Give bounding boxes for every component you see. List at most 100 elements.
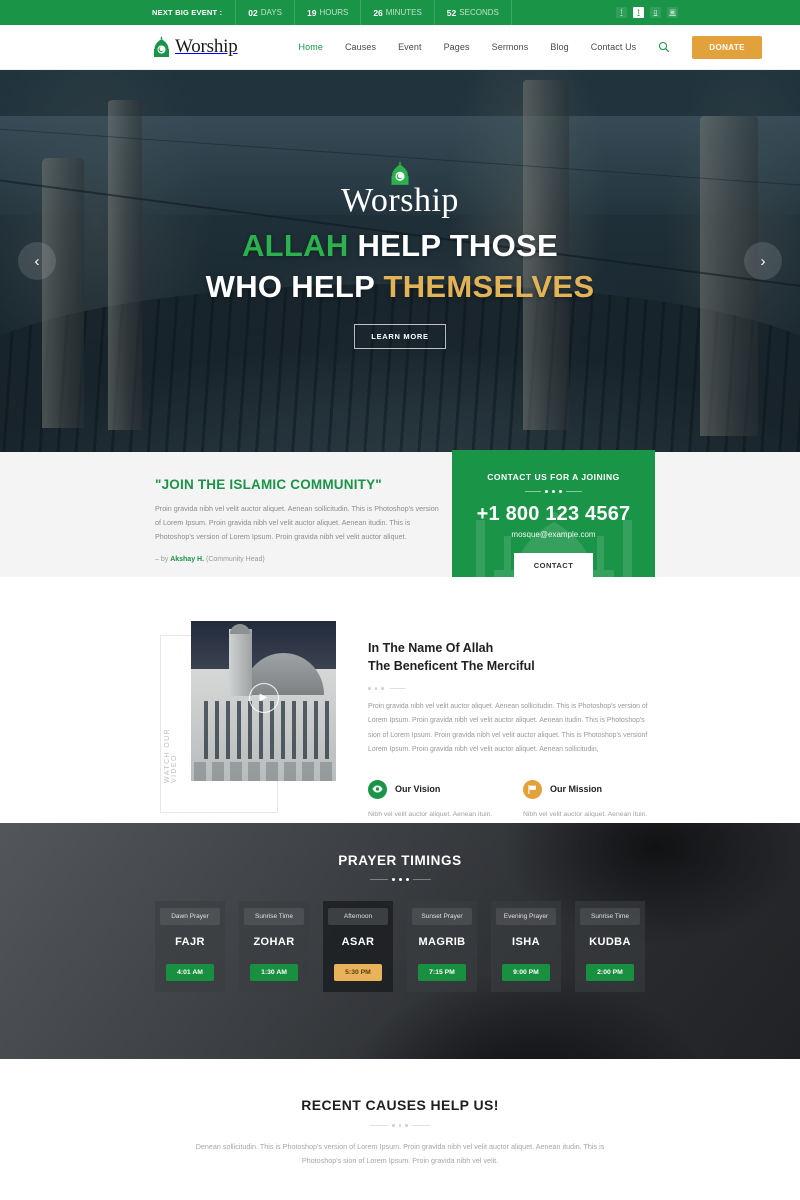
prayer-card-name: ISHA [512,936,540,948]
prayer-timings-section: PRAYER TIMINGS Dawn Prayer FAJR 4:01 AM Sun… [0,823,800,1059]
prayer-card[interactable]: Sunrise Time ZOHAR 1:30 AM [239,901,309,992]
search-icon[interactable] [656,39,672,55]
nav-item-home[interactable]: Home [288,42,334,52]
prayer-card-time-badge: 1:30 AM [250,964,298,981]
main-navigation-bar: Worship Home Causes Event Pages Sermons Blog C… [0,25,800,70]
contact-card: CONTACT US FOR A JOINING +1 800 123 4567… [452,450,655,600]
next-event-label: NEXT BIG EVENT : [152,8,223,17]
countdown-cell: 52 SECONDS [433,0,512,25]
attribution-name: Akshay H. [170,556,205,564]
countdown-value: 19 [306,7,317,18]
about-heading: In The Name Of Allah The Beneficent The … [368,639,656,675]
contact-phone-number[interactable]: +1 800 123 4567 [452,503,655,526]
slider-next-arrow-icon[interactable]: › [744,242,782,280]
prayer-card-name: ASAR [341,936,375,948]
recent-causes-paragraph: Denean sollicitudin. This is Photoshop's… [195,1141,605,1165]
divider-dots [0,1124,800,1127]
our-mission-title: Our Mission [550,784,603,795]
prayer-card-time-badge: 4:01 AM [166,964,214,981]
prayer-card[interactable]: Afternoon ASAR 5:30 PM [323,901,393,992]
prayer-timings-title: PRAYER TIMINGS [338,853,462,868]
countdown-timer: 02 DAYS 19 HOURS 26 MINUTES 52 SECONDS [235,0,512,25]
prayer-card-subtitle: Sunrise Time [244,908,304,925]
divider-dots [368,687,656,690]
twitter-icon[interactable]: t [633,7,644,18]
top-announcement-bar: NEXT BIG EVENT : 02 DAYS 19 HOURS 26 MINUTES 5… [0,0,800,25]
eye-glyph [372,785,383,793]
hero-logo: Worship [341,161,459,220]
instagram-icon[interactable]: ▣ [667,7,678,18]
eye-icon [368,779,387,799]
countdown-unit: MINUTES [385,8,422,17]
nav-item-pages[interactable]: Pages [433,42,481,52]
about-paragraph: Proin gravida nibh vel velit auctor aliq… [368,702,648,754]
countdown-unit: SECONDS [459,8,499,17]
facebook-icon[interactable]: f [616,7,627,18]
nav-item-sermons[interactable]: Sermons [481,42,540,52]
about-heading-line-1: In The Name Of Allah [368,641,494,655]
thumb-minaret [228,629,252,697]
prayer-card-subtitle: Afternoon [328,908,388,925]
prayer-card-name: KUDBA [589,936,631,948]
contact-button[interactable]: CONTACT [513,553,594,578]
learn-more-button[interactable]: LEARN MORE [354,323,446,349]
about-heading-line-2: The Beneficent The Merciful [368,659,535,674]
hero-headline-accent: ALLAH [242,228,349,264]
nav-menu: Home Causes Event Pages Sermons Blog Contact U… [288,42,648,52]
join-community-paragraph: Proin gravida nibh vel velit auctor aliq… [155,504,439,542]
contact-email[interactable]: mosque@example.com [452,530,655,539]
prayer-card-subtitle: Sunrise Time [580,908,640,925]
prayer-card-name: ZOHAR [253,936,295,948]
hero-headline-part: HELP THOSE [357,228,558,264]
prayer-card-time-badge: 5:30 PM [334,964,382,981]
prayer-card-subtitle: Sunset Prayer [412,908,472,925]
hero-slider: ‹ › Worship ALLAH HELP THOSE WHO HELP TH… [0,70,800,452]
contact-card-title: CONTACT US FOR A JOINING [487,472,620,482]
prayer-card-time-badge: 9:00 PM [502,964,550,981]
flag-glyph [528,784,536,794]
hero-headline-part: WHO HELP [205,269,375,304]
nav-item-blog[interactable]: Blog [539,42,579,52]
divider-dots [0,878,800,881]
countdown-value: 26 [373,7,383,18]
recent-causes-title: RECENT CAUSES HELP US! [301,1097,499,1113]
site-logo-text: Worship [175,36,238,57]
hero-headline: ALLAH HELP THOSE WHO HELP THEMSELVES [206,226,595,308]
play-icon[interactable]: ▶ [248,682,279,713]
prayer-timings-grid: Dawn Prayer FAJR 4:01 AM Sunrise Time ZOHAR 1… [0,901,800,992]
donate-button[interactable]: DONATE [692,35,762,59]
countdown-unit: DAYS [260,8,282,17]
google-plus-icon[interactable]: g [650,7,661,18]
site-logo[interactable]: Worship [152,36,238,58]
prayer-card-name: MAGRIB [418,936,466,948]
prayer-card[interactable]: Evening Prayer ISHA 9:00 PM [491,901,561,992]
prayer-card[interactable]: Sunset Prayer MAGRIB 7:15 PM [407,901,477,992]
recent-causes-section: RECENT CAUSES HELP US! Denean sollicitud… [0,1059,800,1165]
hero-logo-text: Worship [341,182,459,220]
video-thumbnail[interactable]: ▶ [191,621,336,781]
prayer-card[interactable]: Sunrise Time KUDBA 2:00 PM [575,901,645,992]
join-community-attribution: – by Akshay H. (Community Head) [155,556,440,563]
divider-dots [452,490,655,493]
prayer-card-name: FAJR [175,936,205,948]
hero-headline-accent: THEMSELVES [383,269,595,304]
countdown-cell: 19 HOURS [293,0,360,25]
join-community-title: "JOIN THE ISLAMIC COMMUNITY" [155,477,382,492]
prayer-card-time-badge: 2:00 PM [586,964,634,981]
slider-prev-arrow-icon[interactable]: ‹ [18,242,56,280]
about-section: WATCH OUR VIDEO ▶ In The Name Of Allah T… [0,577,800,846]
join-community-section: "JOIN THE ISLAMIC COMMUNITY" Proin gravi… [0,450,800,600]
attribution-prefix: – by [155,556,171,564]
prayer-card[interactable]: Dawn Prayer FAJR 4:01 AM [155,901,225,992]
countdown-cell: 02 DAYS [235,0,294,25]
countdown-value: 02 [248,7,258,18]
thumb-arches [193,761,334,781]
nav-item-event[interactable]: Event [387,42,433,52]
prayer-card-subtitle: Evening Prayer [496,908,556,925]
nav-item-causes[interactable]: Causes [334,42,387,52]
countdown-unit: HOURS [319,8,349,17]
mosque-logo-icon [154,36,169,57]
nav-item-contact-us[interactable]: Contact Us [580,42,648,52]
countdown-value: 52 [446,7,457,18]
social-links: f t g ▣ [616,0,678,25]
